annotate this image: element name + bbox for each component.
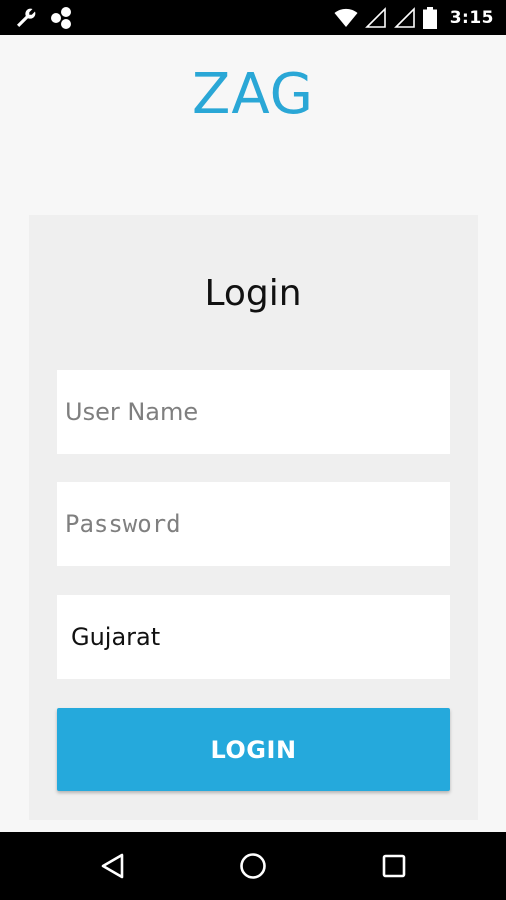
login-button[interactable]: LOGIN: [57, 708, 450, 791]
back-icon[interactable]: [93, 846, 133, 886]
password-input[interactable]: [57, 482, 450, 566]
state-selected-value: Gujarat: [71, 623, 161, 651]
home-icon[interactable]: [233, 846, 273, 886]
navigation-bar: [0, 832, 506, 900]
status-time: 3:15: [449, 8, 494, 28]
notification-icons: [14, 6, 74, 30]
app-title: ZAG: [191, 62, 315, 127]
state-dropdown[interactable]: Gujarat: [57, 595, 450, 679]
wifi-icon: [334, 8, 358, 28]
share-icon: [48, 6, 74, 30]
system-status-icons: 3:15: [334, 6, 494, 30]
username-input[interactable]: [57, 370, 450, 454]
signal-icon: [364, 7, 387, 29]
login-heading: Login: [204, 273, 302, 314]
wrench-icon: [14, 6, 38, 30]
battery-icon: [422, 7, 437, 29]
recents-icon[interactable]: [374, 846, 414, 886]
signal-icon: [393, 7, 416, 29]
status-bar: 3:15: [0, 0, 506, 35]
